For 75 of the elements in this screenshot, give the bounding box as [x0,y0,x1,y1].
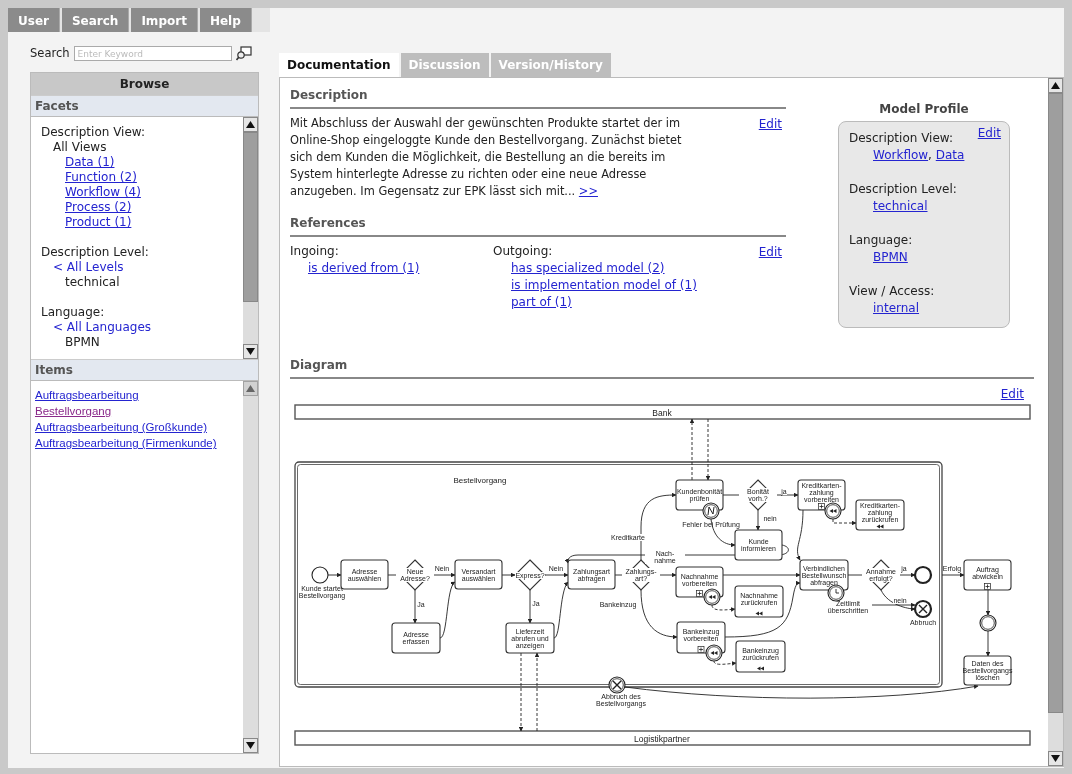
scrollbar-thumb[interactable] [1048,93,1063,713]
profile-link[interactable]: Workflow [873,148,929,162]
pool-band: Logistikpartner [294,730,1031,746]
profile-link[interactable]: Data [935,148,965,162]
facet-heading: Description Level: [41,245,150,261]
profile-link[interactable]: BPMN [873,250,908,264]
reference-label: Outgoing: [493,243,554,260]
reference-link[interactable]: is implementation model of (1) [511,278,697,292]
intermediate-event-icon [979,614,997,632]
facets-header: Facets [31,95,258,118]
facet-link[interactable]: Data (1) [65,155,115,170]
facet-heading: Language: [41,305,106,321]
item-link[interactable]: Auftragsbearbeitung [35,389,139,402]
profile-label: Description View: [849,130,954,147]
section-heading: Diagram [290,356,1034,379]
profile-link[interactable]: technical [873,199,928,213]
down-arrow-icon [246,742,255,750]
profile-link[interactable]: internal [873,301,920,315]
reference-label: Ingoing: [290,243,340,260]
scroll-down-button[interactable] [1048,751,1063,766]
up-arrow-icon [246,385,255,393]
more-link[interactable]: >> [578,184,598,198]
scroll-down-button[interactable] [243,344,258,360]
edit-link[interactable]: Edit [758,243,782,261]
scroll-up-button[interactable] [243,117,258,133]
profile-label: Language: [849,232,913,249]
profile-label: View / Access: [849,283,935,300]
down-arrow-icon [246,348,255,356]
edit-link[interactable]: Edit [758,115,782,133]
subprocess-label: Bestellvorgang [453,476,507,485]
facet-link[interactable]: Workflow (4) [65,185,141,200]
section-heading: Description [290,86,786,109]
rewind-event-icon [824,502,842,520]
facet-link[interactable]: Function (2) [65,170,137,185]
end-event-icon [913,565,933,585]
item-link[interactable]: Auftragsbearbeitung (Firmenkunde) [35,437,217,450]
edit-link[interactable]: Edit [1000,385,1024,403]
start-event-icon [311,566,329,584]
item-link[interactable]: Auftragsbearbeitung (Großkunde) [35,421,207,434]
browse-header: Browse [31,73,258,96]
scroll-up-button[interactable] [1048,78,1063,93]
reference-link[interactable]: part of (1) [511,295,572,309]
facet-link[interactable]: Process (2) [65,200,132,215]
separator-text: , [928,148,933,162]
item-link[interactable]: Bestellvorgang [35,405,112,418]
up-arrow-icon [246,121,255,129]
section-heading: References [290,214,786,237]
facet-heading: Description View: [41,125,147,141]
items-header: Items [31,359,258,382]
facet-value: technical [65,275,120,290]
facet-value: BPMN [65,335,100,350]
search-field[interactable]: Enter Keyword [73,46,232,62]
x-circle-icon [913,599,933,619]
zigzag-event-icon [702,502,720,520]
rewind-event-icon [705,644,723,662]
edit-link[interactable]: Edit [977,125,1001,147]
up-arrow-icon [1051,82,1060,89]
facet-link[interactable]: Product (1) [65,215,132,230]
profile-title: Model Profile [878,101,970,118]
reference-link[interactable]: is derived from (1) [308,261,420,275]
back-link[interactable]: < All Levels [53,260,124,275]
scroll-down-button[interactable] [243,738,258,754]
reference-link[interactable]: has specialized model (2) [511,261,665,275]
profile-label: Description Level: [849,181,957,198]
down-arrow-icon [1051,755,1060,762]
description-text: Mit Abschluss der Auswahl der gewünschten Produkte startet der im Online-Shop eingeloggte Kunde den Bestellvorgang. Zunächst bietet sich dem Kunden die Möglichkeit, die Bestellung an die bereits im System hinterlegte Adresse zu richten oder eine neue Adresse anzugeben. Im Gegensatz zur EPK lässt sich mit... >> [290,115,683,200]
rewind-event-icon [703,588,721,606]
scrollbar-thumb[interactable] [243,132,258,303]
pool-band: Bank [294,404,1031,420]
search-icon[interactable] [235,46,252,62]
search-label: Search [30,45,70,62]
facet-value: All Views [53,140,107,155]
x-circle-icon [608,676,626,694]
tab[interactable]: Documentation [279,53,399,77]
back-link[interactable]: < All Languages [53,320,152,335]
